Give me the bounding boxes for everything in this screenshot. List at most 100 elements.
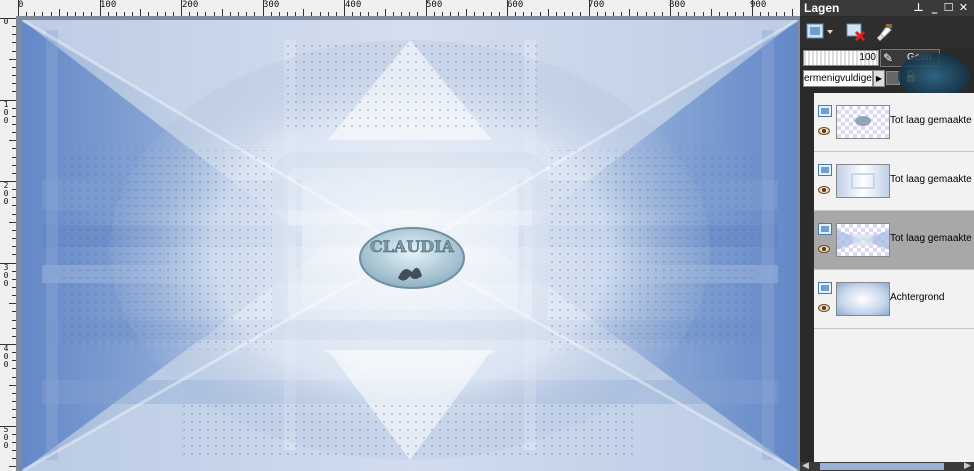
horizontal-ruler: 0 100 200 300 400 500 600 700 800 900	[16, 0, 800, 17]
ruler-tick	[221, 9, 223, 16]
ruler-tick	[670, 0, 671, 16]
ruler-tick	[629, 9, 631, 16]
ruler-label-600: 600	[507, 0, 524, 10]
ruler-tick	[0, 99, 16, 101]
vruler-label-400: 400	[3, 344, 9, 369]
ruler-tick	[751, 0, 753, 16]
pin-icon[interactable]: ⊥	[912, 1, 925, 14]
ruler-tick	[9, 303, 16, 305]
layer-properties-button[interactable]	[872, 20, 896, 44]
ruler-tick	[140, 9, 142, 16]
ruler-tick	[99, 0, 101, 16]
canvas-frame: CLAUDIA	[16, 16, 800, 471]
ruler-tick	[9, 466, 16, 468]
layer-thumbnail	[836, 164, 890, 198]
eye-icon[interactable]	[818, 245, 830, 253]
layer-thumbnail	[836, 223, 890, 257]
raster-layer-icon	[818, 164, 832, 176]
blend-mode-arrow-icon[interactable]: ▶	[873, 70, 885, 87]
eye-icon[interactable]	[818, 186, 830, 194]
vruler-label-0: 0	[3, 17, 9, 26]
watermark-text: CLAUDIA	[370, 237, 455, 256]
scroll-left-icon[interactable]: ◀	[802, 460, 809, 471]
panel-titlebar: Lagen ⊥ _ ☐ ✕	[800, 0, 974, 16]
ruler-tick	[425, 0, 427, 16]
ruler-label-700: 700	[588, 0, 605, 10]
vruler-label-100: 100	[3, 100, 9, 125]
ruler-tick	[466, 9, 468, 16]
delete-layer-icon	[846, 23, 866, 42]
vruler-label-500: 500	[3, 425, 9, 450]
vruler-label-300: 300	[3, 263, 9, 288]
canvas-artwork: CLAUDIA	[22, 20, 798, 471]
layer-thumbnail	[836, 282, 890, 316]
layer-thumbnail	[836, 105, 890, 139]
new-raster-layer-button[interactable]	[804, 20, 834, 44]
scrollbar-thumb[interactable]	[820, 463, 944, 470]
scroll-right-icon[interactable]: ▶	[964, 460, 971, 471]
layer-item-3[interactable]: Tot laag gemaakte s	[814, 211, 974, 270]
ruler-tick	[0, 344, 16, 345]
ruler-tick	[9, 221, 16, 223]
close-icon[interactable]: ✕	[957, 1, 970, 14]
layer-name: Achtergrond	[890, 292, 945, 303]
ruler-tick	[0, 181, 16, 182]
raster-layer-icon	[818, 105, 832, 117]
ruler-tick	[9, 58, 16, 60]
ruler-tick	[547, 9, 549, 16]
claudia-watermark: CLAUDIA	[359, 227, 465, 289]
ruler-label-100: 100	[100, 0, 117, 10]
maximize-icon[interactable]: ☐	[942, 1, 955, 14]
eye-icon[interactable]	[818, 304, 830, 312]
raster-layer-icon	[818, 223, 832, 235]
delete-layer-button[interactable]	[844, 20, 868, 44]
layer-properties-icon	[877, 24, 892, 41]
ruler-tick	[181, 0, 182, 16]
ruler-tick	[303, 9, 305, 16]
layer-item-4[interactable]: Achtergrond	[814, 270, 974, 329]
vertical-ruler: 0 100 200 300 400 500	[0, 16, 17, 471]
ruler-tick	[9, 140, 16, 142]
layer-name: Tot laag gemaakte s	[890, 233, 974, 244]
ruler-tick	[18, 0, 19, 16]
layer-name: Tot laag gemaakte s	[890, 174, 974, 185]
ruler-tick	[792, 9, 794, 16]
panel-title: Lagen	[804, 1, 840, 15]
blend-row: ermenigvuldige ▶ 🔓	[800, 53, 974, 99]
image-canvas[interactable]: CLAUDIA	[22, 20, 798, 471]
layer-item-1[interactable]: Tot laag gemaakte s	[814, 93, 974, 152]
new-raster-layer-icon	[806, 23, 833, 39]
opacity-field[interactable]: 100	[803, 50, 879, 66]
ruler-corner	[0, 0, 17, 17]
ruler-tick	[507, 0, 508, 16]
horizontal-scrollbar[interactable]: ◀ ▶	[800, 460, 974, 471]
layer-item-2[interactable]: Tot laag gemaakte s	[814, 152, 974, 211]
ruler-tick	[0, 18, 16, 19]
ruler-label-300: 300	[263, 0, 280, 10]
ruler-label-500: 500	[426, 0, 443, 10]
layers-list: Tot laag gemaakte s Tot laag gemaakte s …	[814, 93, 974, 463]
minimize-icon[interactable]: _	[928, 1, 941, 14]
eye-icon[interactable]	[818, 127, 830, 135]
layers-panel: Lagen ⊥ _ ☐ ✕ 100 ✎ ermenigvuldige ▶ Tot…	[800, 0, 974, 471]
layer-name: Tot laag gemaakte s	[890, 115, 974, 126]
ruler-label-400: 400	[345, 0, 362, 10]
raster-layer-icon	[818, 282, 832, 294]
ruler-tick	[344, 0, 345, 16]
ruler-tick	[0, 425, 16, 427]
ruler-label-800: 800	[669, 0, 686, 10]
ruler-label-200: 200	[182, 0, 199, 10]
ruler-tick	[0, 262, 16, 264]
ruler-tick	[710, 9, 712, 16]
ruler-tick	[262, 0, 264, 16]
ruler-tick	[58, 9, 60, 16]
blend-mode-select[interactable]: ermenigvuldige	[803, 70, 873, 87]
ruler-tick	[588, 0, 590, 16]
layers-toolbar	[800, 17, 974, 47]
vruler-label-200: 200	[3, 181, 9, 206]
brush-icon: ✎	[883, 51, 894, 65]
image-workspace: 0 100 200 300 400 500 600 700 800 900 0 …	[0, 0, 800, 471]
layers-gutter	[800, 93, 814, 463]
ruler-tick	[9, 384, 16, 386]
ruler-tick	[384, 9, 386, 16]
